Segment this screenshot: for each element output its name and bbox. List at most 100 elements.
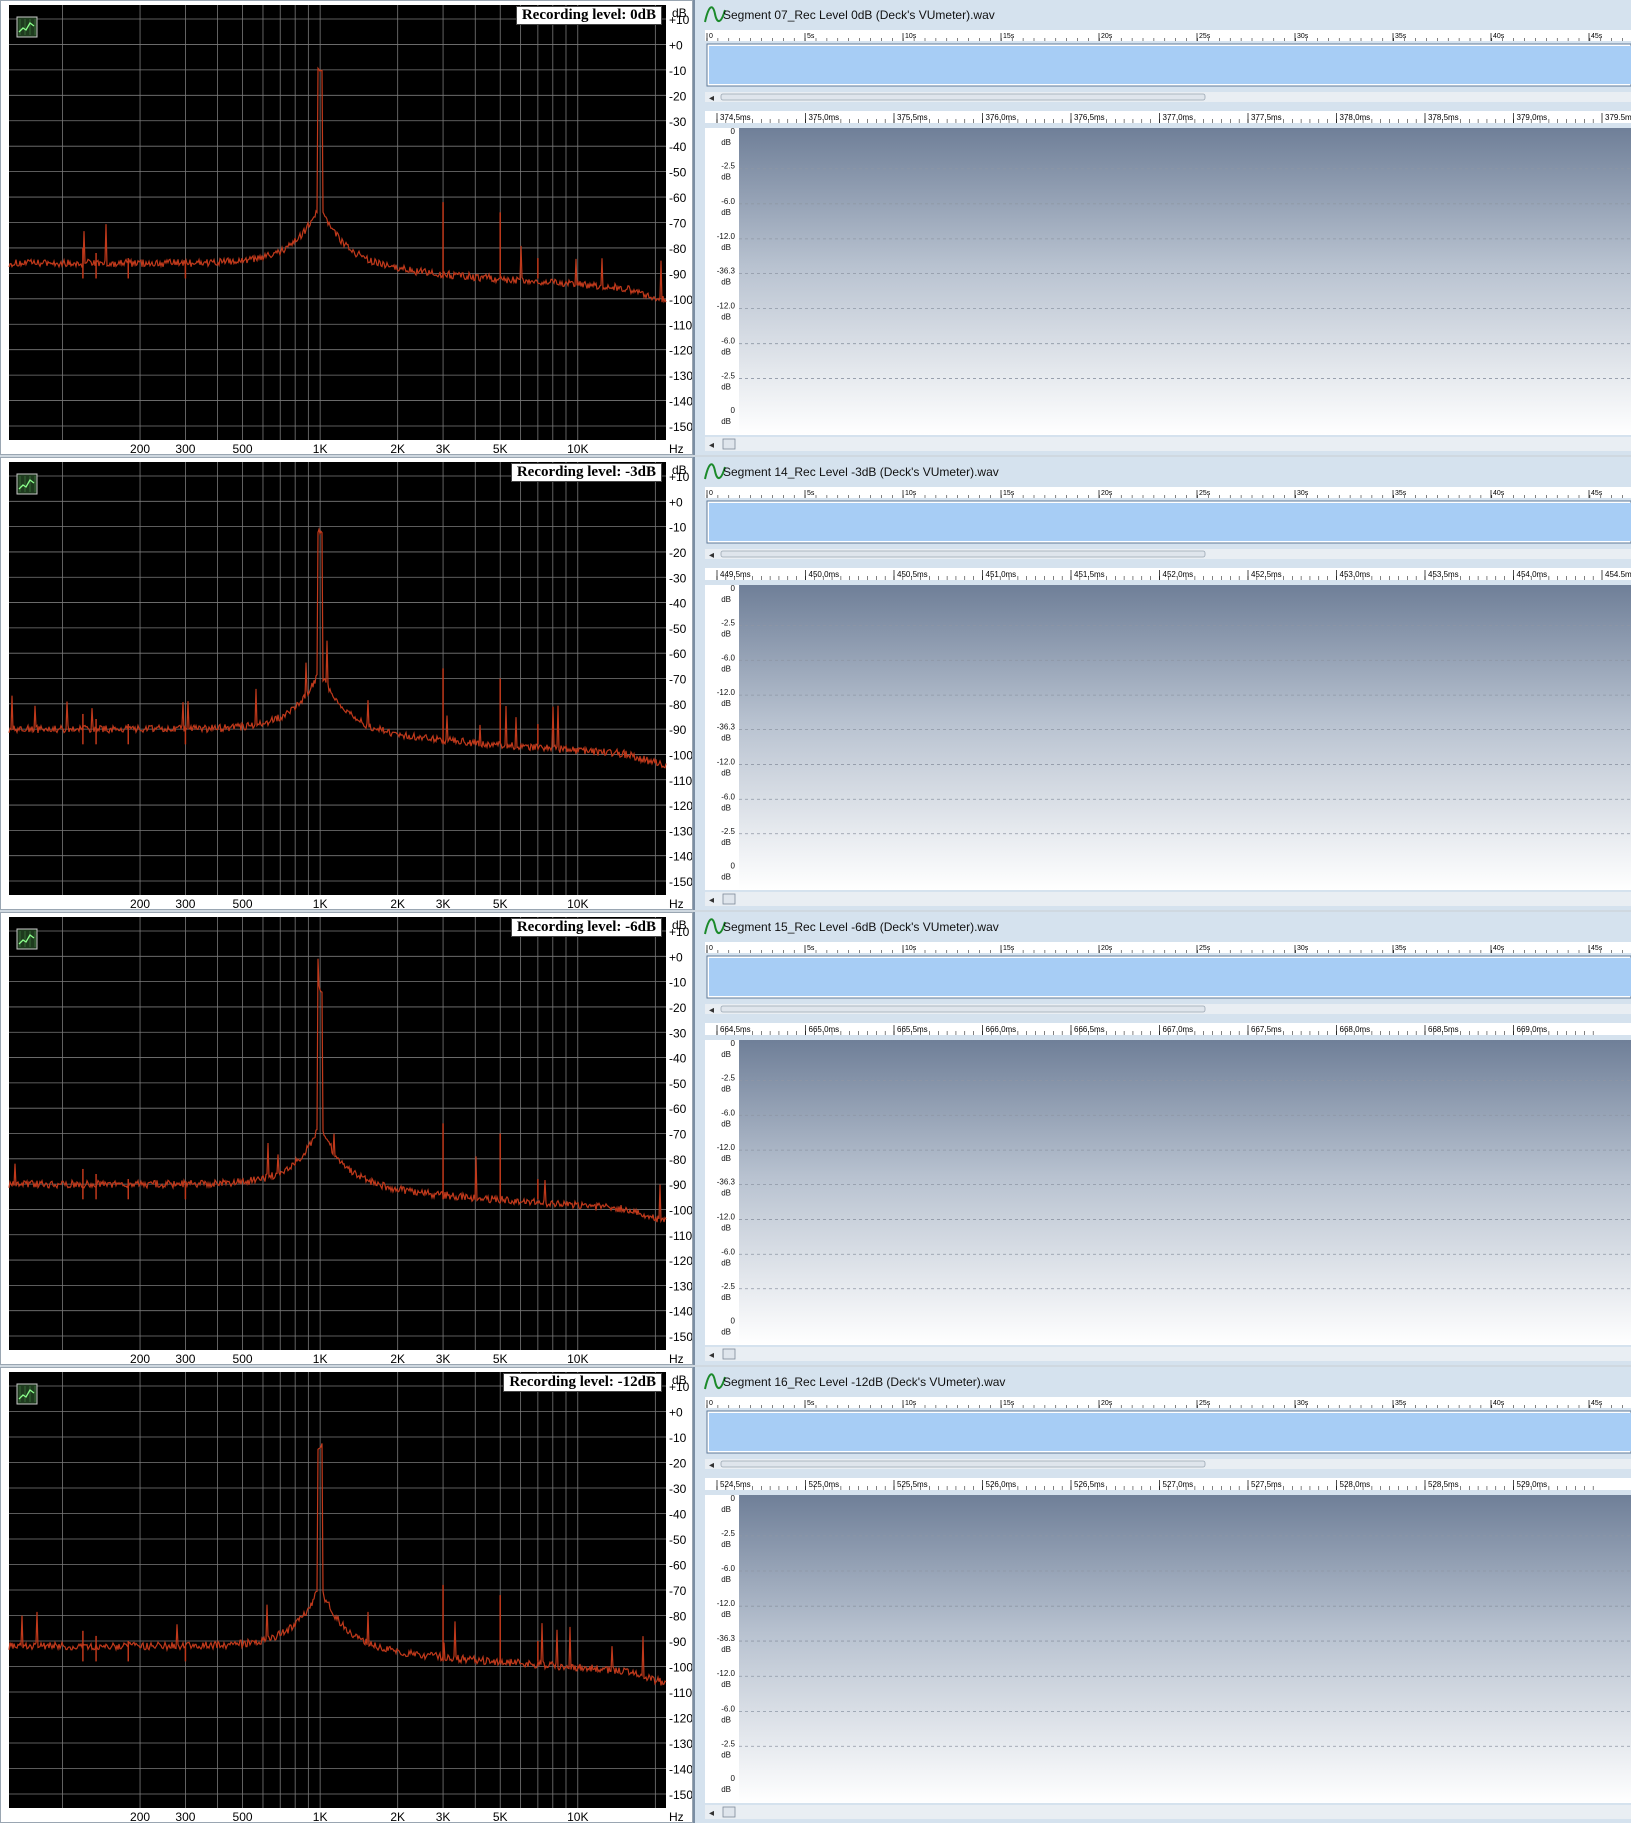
db-unit-label: dB (721, 1050, 731, 1059)
waveform-file-title: Segment 07_Rec Level 0dB (Deck's VUmeter… (723, 8, 995, 22)
db-unit-label: dB (721, 1327, 731, 1336)
y-tick-label: -110 (669, 1229, 692, 1243)
time-tick-label: 524.5ms (720, 1480, 751, 1489)
waveform-area[interactable] (739, 585, 1631, 890)
time-tick-label: 527.0ms (1163, 1480, 1194, 1489)
overview-tick-label: 10s (905, 945, 917, 952)
db-tick-label: -12.0 (717, 1143, 736, 1152)
scroll-left-arrow-icon[interactable]: ◂ (709, 1460, 714, 1471)
db-unit-label: dB (721, 313, 731, 322)
wave-scrollbar[interactable] (705, 437, 1631, 451)
db-tick-label: -6.0 (721, 1564, 735, 1573)
overview-tick-label: 30s (1297, 945, 1309, 952)
scrollbar-thumb[interactable] (720, 550, 1206, 558)
time-tick-label: 668.5ms (1428, 1025, 1459, 1034)
sine-wave-icon (704, 918, 726, 935)
scrollbar-thumb[interactable] (722, 1348, 736, 1360)
db-tick-label: -12.0 (717, 688, 736, 697)
y-tick-label: -130 (669, 369, 692, 383)
wave-scrollbar[interactable] (705, 1805, 1631, 1819)
spectrum-chart: +10+0-10-20-30-40-50-60-70-80-90-100-110… (8, 462, 692, 909)
scrollbar-thumb[interactable] (722, 438, 736, 450)
waveform-area[interactable] (739, 1040, 1631, 1345)
scroll-left-arrow-icon[interactable]: ◂ (709, 93, 714, 104)
spectrum-panel: +10 +0 -10 -20 -30 -40 -50 -60 -70 -80 -90 -100 -110… (0, 1367, 693, 1823)
time-tick-label: 377.0ms (1163, 113, 1194, 122)
db-tick-label: -2.5 (721, 1282, 735, 1291)
db-tick-label: -6.0 (721, 1247, 735, 1256)
scrollbar-thumb[interactable] (722, 1806, 736, 1818)
y-tick-label: +0 (669, 1406, 683, 1420)
time-tick-label: 379.5ms (1605, 113, 1631, 122)
sine-wave-icon (704, 6, 726, 23)
x-tick-label: 3K (436, 897, 451, 909)
db-tick-label: 0 (731, 406, 736, 415)
analyzer-icon[interactable] (16, 473, 38, 495)
overview-waveform[interactable] (709, 958, 1631, 996)
db-tick-label: -6.0 (721, 197, 735, 206)
overview-tick-label: 35s (1395, 1400, 1407, 1407)
db-tick-label: 0 (731, 127, 736, 136)
db-tick-label: -2.5 (721, 371, 735, 380)
x-tick-label: 200 (130, 442, 150, 454)
waveform-view: 0 5s 10s 15s 20s 25s 30s 35s 40s 45s◂664.5ms 665.0… (695, 912, 1631, 1361)
time-tick-label: 667.0ms (1163, 1025, 1194, 1034)
scrollbar-thumb[interactable] (720, 1005, 1206, 1013)
wave-scrollbar[interactable] (705, 1347, 1631, 1361)
db-tick-label: -12.0 (717, 1669, 736, 1678)
y-tick-label: -10 (669, 521, 687, 535)
y-tick-label: -70 (669, 217, 687, 231)
db-unit-label: dB (721, 1680, 731, 1689)
spectrum-panel: +10 +0 -10 -20 -30 -40 -50 -60 -70 -80 -90 -100 -110… (0, 0, 693, 455)
analyzer-icon[interactable] (16, 1383, 38, 1405)
scroll-left-arrow-icon[interactable]: ◂ (709, 550, 714, 561)
overview-tick-label: 30s (1297, 33, 1309, 40)
overview-waveform[interactable] (709, 503, 1631, 541)
sine-wave-icon (704, 1373, 726, 1390)
db-unit-label: dB (721, 838, 731, 847)
y-tick-label: -120 (669, 1712, 692, 1726)
scroll-left-arrow-icon[interactable]: ◂ (709, 895, 714, 906)
analysis-row: +10 +0 -10 -20 -30 -40 -50 -60 -70 -80 -90 -100 -110… (0, 457, 1631, 910)
scroll-left-arrow-icon[interactable]: ◂ (709, 440, 714, 451)
scroll-left-arrow-icon[interactable]: ◂ (709, 1350, 714, 1361)
overview-waveform[interactable] (709, 1413, 1631, 1451)
overview-tick-label: 5s (807, 490, 815, 497)
overview-tick-label: 5s (807, 945, 815, 952)
time-tick-label: 666.0ms (986, 1025, 1017, 1034)
x-tick-label: 200 (130, 1810, 150, 1822)
db-unit-label: dB (721, 1715, 731, 1724)
y-tick-label: -140 (669, 850, 692, 864)
analyzer-icon[interactable] (16, 16, 38, 38)
scroll-left-arrow-icon[interactable]: ◂ (709, 1005, 714, 1016)
wave-scrollbar[interactable] (705, 892, 1631, 906)
y-tick-label: -30 (669, 571, 687, 585)
db-unit-label: dB (721, 1154, 731, 1163)
scroll-left-arrow-icon[interactable]: ◂ (709, 1808, 714, 1819)
db-tick-label: -12.0 (717, 1212, 736, 1221)
time-tick-label: 376.5ms (1074, 113, 1105, 122)
analyzer-icon[interactable] (16, 928, 38, 950)
y-tick-label: -140 (669, 1305, 692, 1319)
y-tick-label: -110 (669, 318, 692, 332)
waveform-area[interactable] (739, 1495, 1631, 1803)
scrollbar-thumb[interactable] (720, 93, 1206, 101)
x-tick-label: 10K (567, 897, 588, 909)
y-tick-label: -70 (669, 673, 687, 687)
y-tick-label: -110 (669, 1686, 692, 1700)
db-unit-label: dB (721, 348, 731, 357)
time-tick-label: 666.5ms (1074, 1025, 1105, 1034)
db-unit-label: dB (721, 208, 731, 217)
waveform-area[interactable] (739, 128, 1631, 435)
y-tick-label: -20 (669, 89, 687, 103)
scrollbar-thumb[interactable] (722, 893, 736, 905)
scrollbar-thumb[interactable] (720, 1460, 1206, 1468)
db-tick-label: -2.5 (721, 1529, 735, 1538)
time-tick-label: 667.5ms (1251, 1025, 1282, 1034)
overview-tick-label: 30s (1297, 490, 1309, 497)
overview-waveform[interactable] (709, 46, 1631, 84)
y-tick-label: -90 (669, 723, 687, 737)
waveform-view: 0 5s 10s 15s 20s 25s 30s 35s 40s 45s◂374.5ms 375.0… (695, 0, 1631, 451)
db-unit-label: dB (721, 1785, 731, 1794)
x-tick-label: 1K (313, 897, 328, 909)
